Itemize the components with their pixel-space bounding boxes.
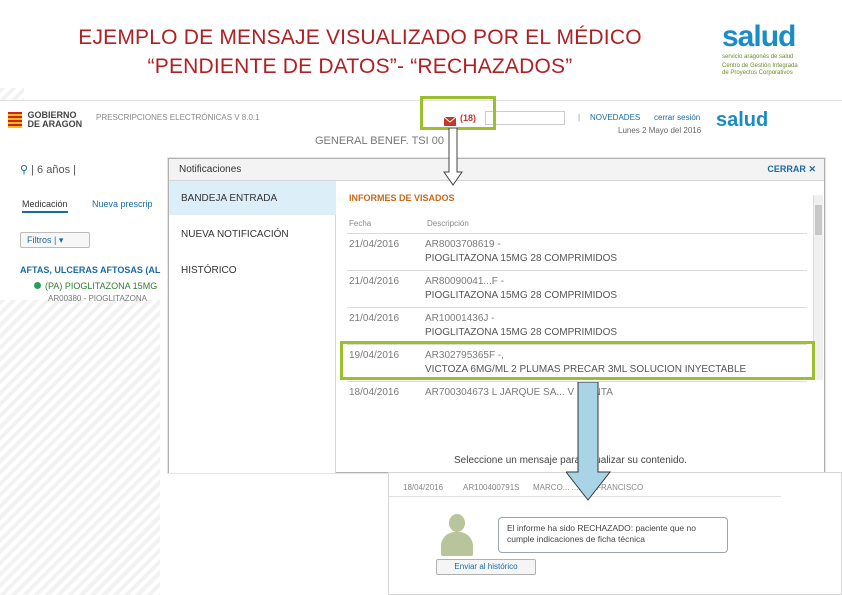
- chevron-down-icon: | ▾: [54, 235, 64, 245]
- gobierno-aragon-logo: GOBIERNO DE ARAGON: [8, 111, 82, 129]
- patient-header-text: GENERAL BENEF. TSI 00: [315, 135, 444, 147]
- tab-medicacion[interactable]: Medicación: [22, 199, 68, 213]
- row-description: PIOGLITAZONA 15MG 28 COMPRIMIDOS: [425, 290, 618, 301]
- row-code: AR10001436J -: [425, 313, 495, 324]
- slide-title-line2: “PENDIENTE DE DATOS”- “RECHAZADOS”: [147, 55, 573, 78]
- lower-row-date: 18/04/2016: [403, 483, 444, 492]
- row-code: AR80090041...F -: [425, 276, 504, 287]
- left-item-1[interactable]: (PA) PIOGLITAZONA 15MG: [34, 281, 157, 291]
- table-row[interactable]: 21/04/2016 AR10001436J - PIOGLITAZONA 15…: [347, 307, 807, 344]
- salud-logo-subtitle: servicio aragonés de salud: [722, 54, 794, 60]
- notifications-dialog: Notificaciones CERRAR ✕ BANDEJA ENTRADA …: [168, 158, 825, 473]
- row-code: AR8003708619 -: [425, 239, 501, 250]
- table-row[interactable]: 21/04/2016 AR8003708619 - PIOGLITAZONA 1…: [347, 233, 807, 270]
- filter-button-label: Filtros: [27, 235, 52, 245]
- notifications-menu: BANDEJA ENTRADA NUEVA NOTIFICACIÓN HISTÓ…: [169, 181, 336, 473]
- lower-row-code: AR100400791S: [463, 483, 520, 492]
- app-date: Lunes 2 Mayo del 2016: [618, 126, 702, 135]
- slide-title-line1: EJEMPLO DE MENSAJE VISUALIZADO POR EL MÉ…: [78, 26, 642, 49]
- salud-logo-text: salud: [722, 20, 796, 53]
- scrollbar-thumb[interactable]: [815, 205, 822, 235]
- highlight-rejected-row: [340, 341, 815, 380]
- menu-item-historico[interactable]: HISTÓRICO: [169, 253, 336, 287]
- status-dot-icon: [34, 282, 41, 289]
- left-section-title: AFTAS, ULCERAS AFTOSAS (AL: [20, 265, 161, 275]
- salud-logo-subtitle2: Centro de Gestión Integrada de Proyectos…: [722, 63, 798, 76]
- logout-link[interactable]: cerrar sesión: [654, 113, 700, 122]
- row-description: PIOGLITAZONA 15MG 28 COMPRIMIDOS: [425, 327, 618, 338]
- background-stripes: [0, 300, 160, 595]
- novedades-link[interactable]: NOVEDADES: [590, 113, 640, 122]
- message-bubble: El informe ha sido RECHAZADO: paciente q…: [498, 517, 728, 553]
- filter-button[interactable]: Filtros | ▾: [20, 232, 90, 248]
- left-item-1-label: (PA) PIOGLITAZONA 15MG: [45, 281, 158, 291]
- dialog-header: Notificaciones CERRAR ✕: [169, 159, 824, 181]
- left-item-2: AR00380 - PIOGLITAZONA: [48, 294, 147, 303]
- org-logo-line2: DE ARAGON: [27, 119, 83, 129]
- salud-logo: salud servicio aragonés de salud Centro …: [722, 22, 822, 77]
- table-row[interactable]: 21/04/2016 AR80090041...F - PIOGLITAZONA…: [347, 270, 807, 307]
- app-title: PRESCRIPCIONES ELECTRÓNICAS V 8.0.1: [96, 113, 260, 122]
- app-salud-logo: salud: [716, 109, 769, 131]
- menu-item-nueva-notificacion[interactable]: NUEVA NOTIFICACIÓN: [169, 217, 336, 251]
- row-date: 18/04/2016: [349, 387, 400, 398]
- row-date: 21/04/2016: [349, 276, 400, 287]
- column-header-descripcion: Descripción: [427, 219, 469, 228]
- dialog-title: Notificaciones: [179, 164, 242, 175]
- arrow-down-icon: [443, 128, 463, 186]
- tab-nueva-prescripcion[interactable]: Nueva prescrip: [92, 199, 153, 209]
- patient-info-icon: ⚲: [20, 164, 29, 176]
- column-header-fecha: Fecha: [349, 219, 372, 228]
- close-button[interactable]: CERRAR ✕: [767, 164, 816, 175]
- avatar: [437, 512, 477, 557]
- arrow-down-large-icon: [566, 382, 612, 501]
- section-title: INFORMES DE VISADOS: [349, 193, 455, 203]
- highlight-notification-box: [420, 96, 496, 130]
- close-button-label: CERRAR: [767, 164, 806, 174]
- send-to-history-button[interactable]: Enviar al histórico: [436, 559, 536, 575]
- row-description: PIOGLITAZONA 15MG 28 COMPRIMIDOS: [425, 253, 618, 264]
- aragon-flag-icon: [8, 112, 22, 128]
- row-date: 21/04/2016: [349, 239, 400, 250]
- search-input[interactable]: [485, 111, 565, 125]
- row-date: 21/04/2016: [349, 313, 400, 324]
- patient-age: ⚲ | 6 años |: [20, 164, 76, 176]
- menu-item-bandeja-entrada[interactable]: BANDEJA ENTRADA: [169, 181, 336, 215]
- close-icon: ✕: [808, 164, 816, 174]
- patient-age-text: 6 años: [37, 164, 71, 176]
